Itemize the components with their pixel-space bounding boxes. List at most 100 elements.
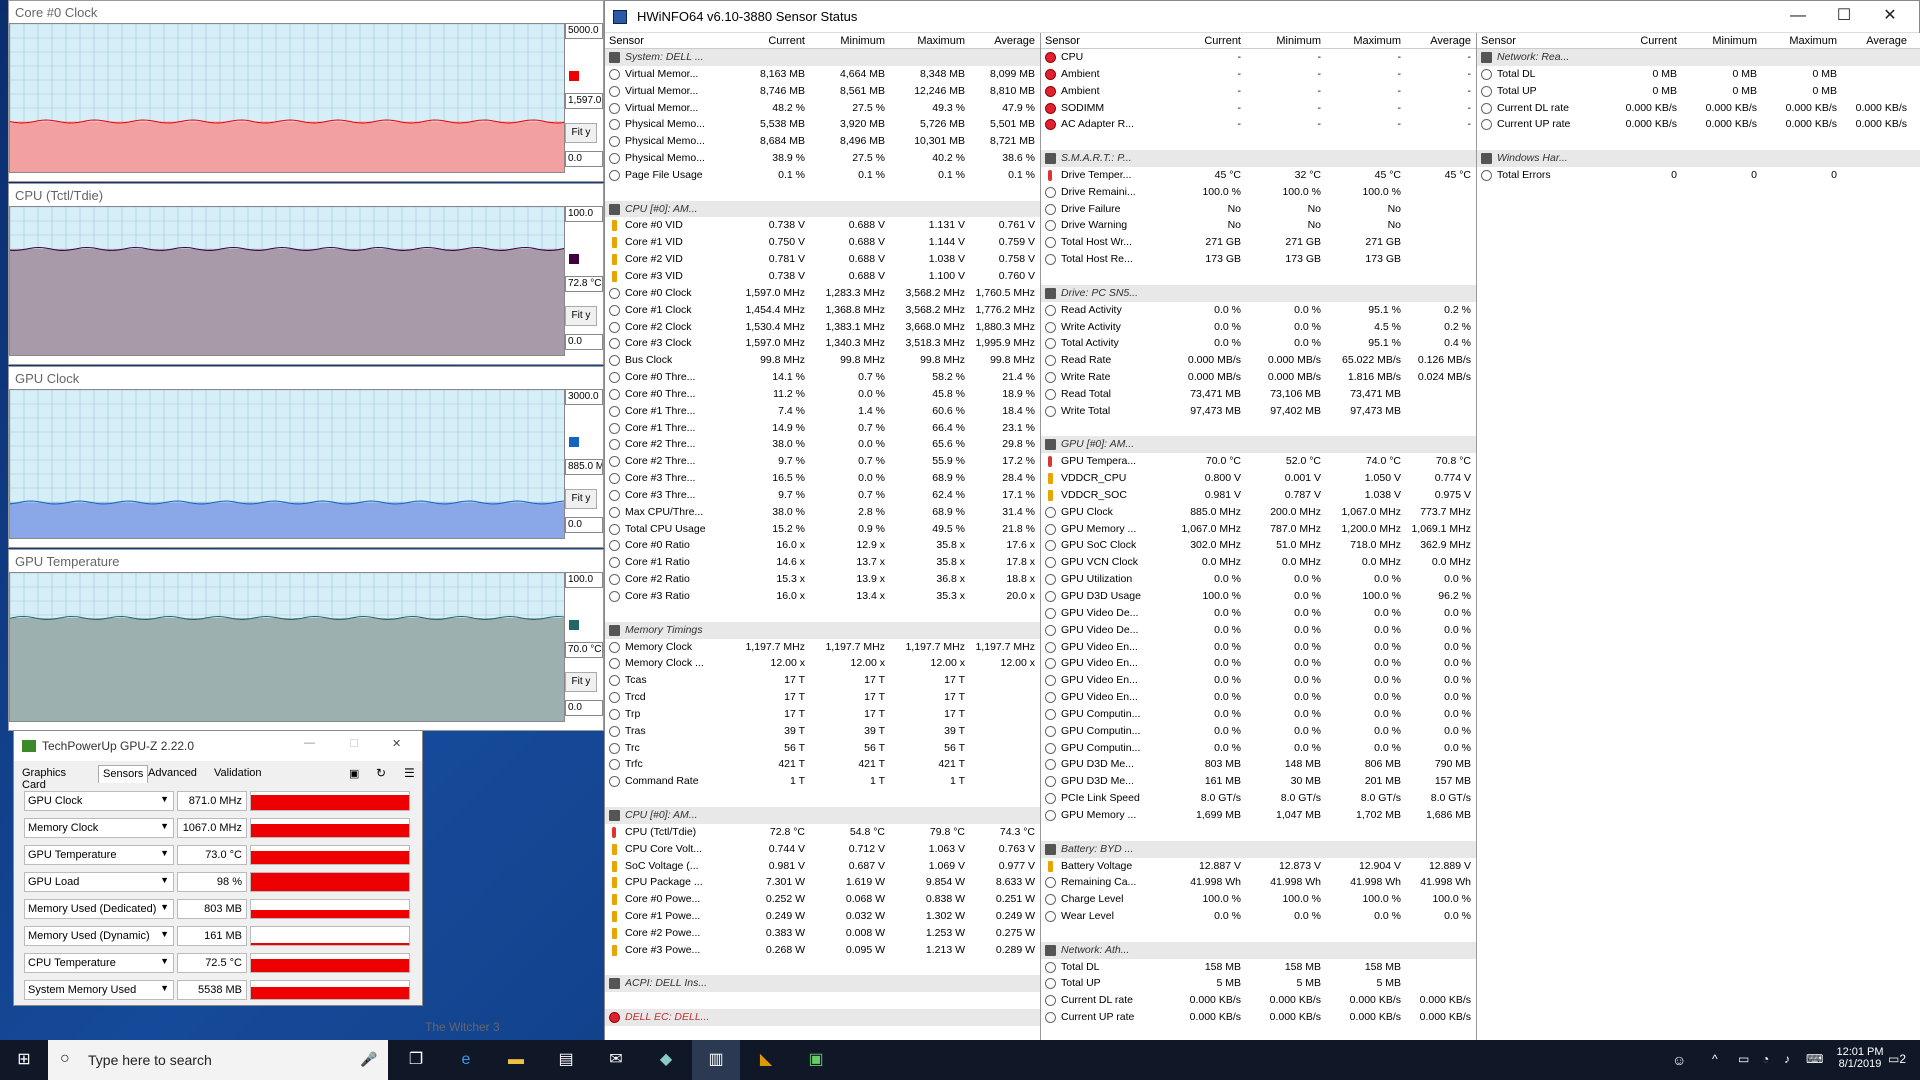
sensor-row[interactable]: Write Activity 0.0 % 0.0 % 4.5 % 0.2 % xyxy=(1041,319,1476,336)
sensor-row[interactable]: Core #3 Powe... 0.268 W 0.095 W 1.213 W 0… xyxy=(605,942,1040,959)
sensor-row[interactable]: Memory Clock 1,197.7 MHz 1,197.7 MHz 1,19… xyxy=(605,639,1040,656)
sensor-row[interactable]: Core #0 Thre... 11.2 % 0.0 % 45.8 % 18.9 … xyxy=(605,386,1040,403)
gpuz-tab-sensors[interactable]: Sensors xyxy=(98,765,149,783)
sensor-row[interactable]: Core #0 Powe... 0.252 W 0.068 W 0.838 W 0… xyxy=(605,891,1040,908)
refresh-icon[interactable]: ↻ xyxy=(376,766,386,780)
sensor-row[interactable]: Total UP 5 MB 5 MB 5 MB xyxy=(1041,975,1476,992)
sensor-row[interactable]: Core #0 VID 0.738 V 0.688 V 1.131 V 0.761… xyxy=(605,217,1040,234)
sensor-row[interactable]: Core #1 Powe... 0.249 W 0.032 W 1.302 W 0… xyxy=(605,908,1040,925)
header-current[interactable]: Current xyxy=(735,35,805,47)
sensor-row[interactable]: AC Adapter R... - - - - xyxy=(1041,116,1476,133)
sensor-row[interactable]: Page File Usage 0.1 % 0.1 % 0.1 % 0.1 % xyxy=(605,167,1040,184)
graph-color-swatch[interactable] xyxy=(569,71,579,81)
sensor-group-header[interactable]: S.M.A.R.T.: P... xyxy=(1041,150,1476,167)
fit-y-button[interactable]: Fit y xyxy=(565,123,597,143)
header-maximum[interactable]: Maximum xyxy=(1767,35,1837,47)
sensor-row[interactable]: PCIe Link Speed 8.0 GT/s 8.0 GT/s 8.0 GT/… xyxy=(1041,790,1476,807)
sensor-row[interactable]: Current DL rate 0.000 KB/s 0.000 KB/s 0.0… xyxy=(1477,100,1920,117)
sensor-row[interactable]: Trp 17 T 17 T 17 T xyxy=(605,706,1040,723)
sensor-row[interactable]: Read Total 73,471 MB 73,106 MB 73,471 MB xyxy=(1041,386,1476,403)
sensor-group-header[interactable]: CPU [#0]: AM... xyxy=(605,806,1040,824)
sensor-row[interactable]: GPU Memory ... 1,067.0 MHz 787.0 MHz 1,20… xyxy=(1041,521,1476,538)
sensor-row[interactable]: Tras 39 T 39 T 39 T xyxy=(605,723,1040,740)
search-box[interactable]: ○ Type here to search 🎤 xyxy=(48,1040,388,1080)
sensor-column-3[interactable]: Sensor Current Minimum Maximum Average N… xyxy=(1477,33,1920,1041)
sensor-row[interactable]: Charge Level 100.0 % 100.0 % 100.0 % 100.… xyxy=(1041,891,1476,908)
sensor-row[interactable]: Max CPU/Thre... 38.0 % 2.8 % 68.9 % 31.4 … xyxy=(605,504,1040,521)
sensor-row[interactable]: Current UP rate 0.000 KB/s 0.000 KB/s 0.0… xyxy=(1477,116,1920,133)
sensor-row[interactable]: GPU SoC Clock 302.0 MHz 51.0 MHz 718.0 MH… xyxy=(1041,537,1476,554)
sensor-row[interactable]: GPU Utilization 0.0 % 0.0 % 0.0 % 0.0 % xyxy=(1041,571,1476,588)
gpuz-close-button[interactable]: ✕ xyxy=(392,737,401,750)
gpuz-sensor-dropdown[interactable]: Memory Clock ▼ xyxy=(24,818,174,838)
sensor-row[interactable]: Core #1 Clock 1,454.4 MHz 1,368.8 MHz 3,5… xyxy=(605,302,1040,319)
gpuz-sensor-dropdown[interactable]: System Memory Used ▼ xyxy=(24,980,174,1000)
sensor-row[interactable]: GPU VCN Clock 0.0 MHz 0.0 MHz 0.0 MHz 0.0… xyxy=(1041,554,1476,571)
sensor-row[interactable]: Core #1 Thre... 14.9 % 0.7 % 66.4 % 23.1 … xyxy=(605,420,1040,437)
gpuz-sensor-dropdown[interactable]: GPU Clock ▼ xyxy=(24,791,174,811)
gpuz-tab-graphics-card[interactable]: Graphics Card xyxy=(18,765,70,791)
sensor-row[interactable]: Ambient - - - - xyxy=(1041,83,1476,100)
gpuz-taskbar-icon[interactable]: ▣ xyxy=(792,1040,840,1080)
sensor-row[interactable]: Total Activity 0.0 % 0.0 % 95.1 % 0.4 % xyxy=(1041,335,1476,352)
chevron-up-icon[interactable]: ^ xyxy=(1712,1052,1718,1066)
witcher-game-icon[interactable]: ◣ xyxy=(742,1040,790,1080)
file-explorer-icon[interactable]: ▬ xyxy=(492,1040,540,1080)
sensor-row[interactable]: CPU (Tctl/Tdie) 72.8 °C 54.8 °C 79.8 °C 7… xyxy=(605,824,1040,841)
graph-color-swatch[interactable] xyxy=(569,254,579,264)
hwinfo-taskbar-icon[interactable]: ▥ xyxy=(692,1040,740,1080)
gpuz-sensor-dropdown[interactable]: Memory Used (Dedicated) ▼ xyxy=(24,899,174,919)
keyboard-icon[interactable]: ⌨ xyxy=(1806,1052,1823,1066)
graph-color-swatch[interactable] xyxy=(569,620,579,630)
gpuz-sensor-dropdown[interactable]: CPU Temperature ▼ xyxy=(24,953,174,973)
sensor-row[interactable]: Drive Warning No No No xyxy=(1041,217,1476,234)
mail-icon[interactable]: ✉ xyxy=(592,1040,640,1080)
sensor-row[interactable]: Core #1 Ratio 14.6 x 13.7 x 35.8 x 17.8 x xyxy=(605,554,1040,571)
header-sensor[interactable]: Sensor xyxy=(1481,35,1516,47)
sensor-row[interactable]: Total Host Re... 173 GB 173 GB 173 GB xyxy=(1041,251,1476,268)
gpuz-tab-validation[interactable]: Validation xyxy=(210,765,266,783)
sensor-row[interactable]: Write Rate 0.000 MB/s 0.000 MB/s 1.816 MB… xyxy=(1041,369,1476,386)
network-icon[interactable]: ◔ xyxy=(1762,1052,1769,1066)
maximize-button[interactable]: ☐ xyxy=(1821,1,1867,33)
sensor-row[interactable]: SoC Voltage (... 0.981 V 0.687 V 1.069 V … xyxy=(605,858,1040,875)
sensor-group-header[interactable]: ACPI: DELL Ins... xyxy=(605,975,1040,993)
sensor-group-header[interactable]: DELL EC: DELL... xyxy=(605,1009,1040,1026)
gpuz-sensor-dropdown[interactable]: GPU Load ▼ xyxy=(24,872,174,892)
sensor-row[interactable]: Core #1 VID 0.750 V 0.688 V 1.144 V 0.759… xyxy=(605,234,1040,251)
sensor-row[interactable]: VDDCR_CPU 0.800 V 0.001 V 1.050 V 0.774 V xyxy=(1041,470,1476,487)
gpuz-sensor-dropdown[interactable]: GPU Temperature ▼ xyxy=(24,845,174,865)
sensor-row[interactable]: GPU Video En... 0.0 % 0.0 % 0.0 % 0.0 % xyxy=(1041,655,1476,672)
menu-icon[interactable]: ☰ xyxy=(404,766,415,780)
sensor-row[interactable]: Wear Level 0.0 % 0.0 % 0.0 % 0.0 % xyxy=(1041,908,1476,925)
sensor-row[interactable]: Trfc 421 T 421 T 421 T xyxy=(605,756,1040,773)
sensor-row[interactable]: CPU - - - - xyxy=(1041,49,1476,66)
sensor-row[interactable]: GPU Memory ... 1,699 MB 1,047 MB 1,702 MB… xyxy=(1041,807,1476,824)
volume-icon[interactable]: ♪ xyxy=(1784,1052,1790,1066)
sensor-row[interactable]: Read Rate 0.000 MB/s 0.000 MB/s 65.022 MB… xyxy=(1041,352,1476,369)
sensor-row[interactable]: Virtual Memor... 48.2 % 27.5 % 49.3 % 47.… xyxy=(605,100,1040,117)
graph-color-swatch[interactable] xyxy=(569,437,579,447)
hwinfo-titlebar[interactable]: HWiNFO64 v6.10-3880 Sensor Status — ☐ ✕ xyxy=(605,1,1919,33)
sensor-row[interactable]: Core #2 Clock 1,530.4 MHz 1,383.1 MHz 3,6… xyxy=(605,319,1040,336)
gpuz-maximize-button[interactable]: ☐ xyxy=(349,737,359,750)
camera-icon[interactable]: ▣ xyxy=(349,767,359,780)
sensor-group-header[interactable]: CPU [#0]: AM... xyxy=(605,200,1040,218)
sensor-row[interactable]: Total Errors 0 0 0 xyxy=(1477,167,1920,184)
header-current[interactable]: Current xyxy=(1171,35,1241,47)
gpuz-sensor-dropdown[interactable]: Memory Used (Dynamic) ▼ xyxy=(24,926,174,946)
sensor-row[interactable]: GPU Tempera... 70.0 °C 52.0 °C 74.0 °C 70… xyxy=(1041,453,1476,470)
sensor-row[interactable]: Total CPU Usage 15.2 % 0.9 % 49.5 % 21.8 … xyxy=(605,521,1040,538)
gpuz-minimize-button[interactable]: — xyxy=(304,737,315,749)
sensor-row[interactable]: Total DL 158 MB 158 MB 158 MB xyxy=(1041,959,1476,976)
sensor-row[interactable]: Core #2 Thre... 9.7 % 0.7 % 55.9 % 17.2 % xyxy=(605,453,1040,470)
task-view-icon[interactable]: ❐ xyxy=(392,1040,440,1080)
sensor-group-header[interactable]: Battery: BYD ... xyxy=(1041,840,1476,858)
sensor-row[interactable]: Drive Temper... 45 °C 32 °C 45 °C 45 °C xyxy=(1041,167,1476,184)
sensor-row[interactable]: Core #2 Ratio 15.3 x 13.9 x 36.8 x 18.8 x xyxy=(605,571,1040,588)
minimize-button[interactable]: — xyxy=(1775,1,1821,33)
people-icon[interactable]: ☺ xyxy=(1672,1052,1686,1068)
microphone-icon[interactable]: 🎤 xyxy=(360,1051,377,1068)
sensor-row[interactable]: Core #0 Ratio 16.0 x 12.9 x 35.8 x 17.6 x xyxy=(605,537,1040,554)
sensor-group-header[interactable]: Network: Rea... xyxy=(1477,49,1920,66)
